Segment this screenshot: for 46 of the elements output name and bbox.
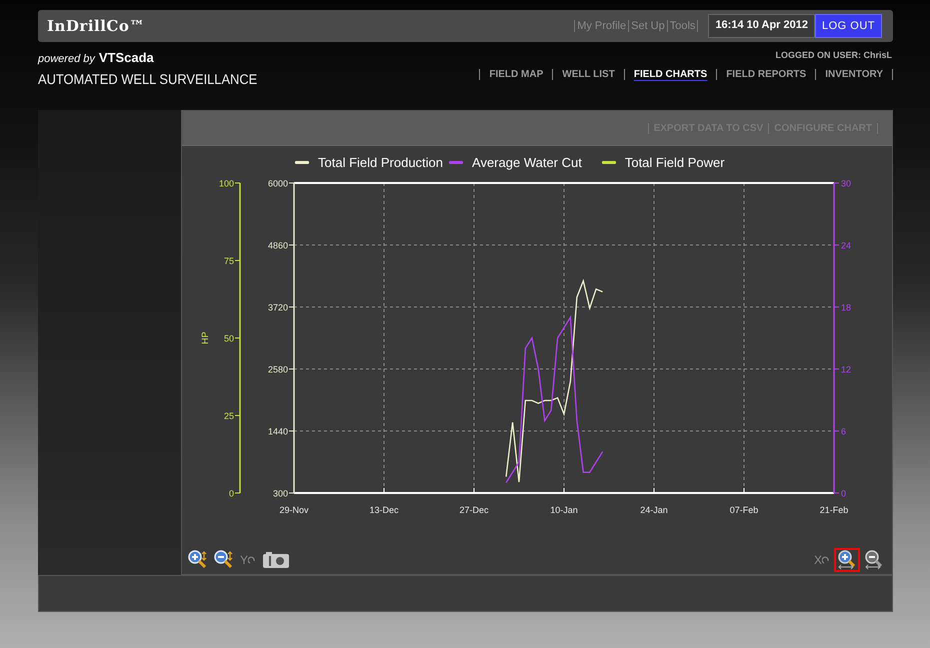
power-tick-label: 100 bbox=[218, 178, 234, 188]
water-cut-tick-label: 6 bbox=[841, 426, 846, 436]
x-tick-label: 27-Dec bbox=[460, 505, 488, 515]
y-tick-label: 6000 bbox=[268, 178, 288, 188]
power-tick-label: 0 bbox=[228, 488, 234, 498]
y-tick-label: 2580 bbox=[268, 364, 288, 374]
water-cut-tick-label: 0 bbox=[841, 488, 846, 498]
power-tick-label: 75 bbox=[224, 256, 234, 266]
vendor-name: VTScada bbox=[98, 50, 154, 65]
legend-label: Total Field Power bbox=[624, 154, 725, 170]
power-tick-label: 25 bbox=[224, 411, 234, 421]
nav-tab[interactable]: FIELD MAP bbox=[480, 69, 554, 80]
app-subtitle: AUTOMATED WELL SURVEILLANCE bbox=[38, 71, 258, 87]
nav-tab[interactable]: INVENTORY bbox=[816, 69, 893, 80]
reset-y-button[interactable]: Y bbox=[238, 552, 258, 568]
header-link[interactable]: Tools bbox=[668, 20, 698, 32]
nav-tab[interactable]: WELL LIST bbox=[553, 69, 625, 80]
header-link[interactable]: My Profile bbox=[575, 20, 630, 32]
nav-tab[interactable]: FIELD CHARTS bbox=[624, 69, 718, 80]
x-tick-label: 13-Dec bbox=[370, 505, 398, 515]
power-tick-label: 50 bbox=[224, 334, 234, 344]
water-cut-tick-label: 12 bbox=[841, 364, 852, 374]
x-tick-label: 10-Jan bbox=[550, 505, 578, 515]
logo: InDrillCo™ bbox=[47, 17, 145, 35]
x-tick-label: 07-Feb bbox=[730, 505, 758, 515]
legend-label: Total Field Production bbox=[318, 154, 444, 170]
header-link[interactable]: Set Up bbox=[629, 20, 668, 32]
water-cut-tick-label: 24 bbox=[841, 240, 852, 250]
powered-by-text: powered by bbox=[38, 53, 95, 65]
x-tick-label: 24-Jan bbox=[640, 505, 668, 515]
y-tick-label: 4860 bbox=[268, 240, 288, 250]
zoom-in-x-button[interactable] bbox=[834, 548, 860, 572]
nav-tab[interactable]: FIELD REPORTS bbox=[717, 69, 816, 80]
x-tick-label: 29-Nov bbox=[280, 505, 308, 515]
water-cut-tick-label: 18 bbox=[841, 302, 852, 312]
reset-x-button[interactable]: X bbox=[812, 552, 832, 568]
legend-label: Average Water Cut bbox=[472, 154, 582, 170]
x-tick-label: 21-Feb bbox=[820, 505, 848, 515]
y-tick-label: 1440 bbox=[268, 426, 288, 436]
logged-on-user: LOGGED ON USER: ChrisL bbox=[775, 50, 892, 60]
y-tick-label: 3720 bbox=[268, 302, 288, 312]
clock: 16:14 10 Apr 2012 bbox=[708, 14, 815, 38]
logout-button[interactable]: LOG OUT bbox=[814, 14, 882, 38]
water-cut-tick-label: 30 bbox=[841, 178, 852, 188]
y-tick-label: 300 bbox=[272, 488, 288, 498]
power-axis-label: HP bbox=[200, 332, 210, 344]
